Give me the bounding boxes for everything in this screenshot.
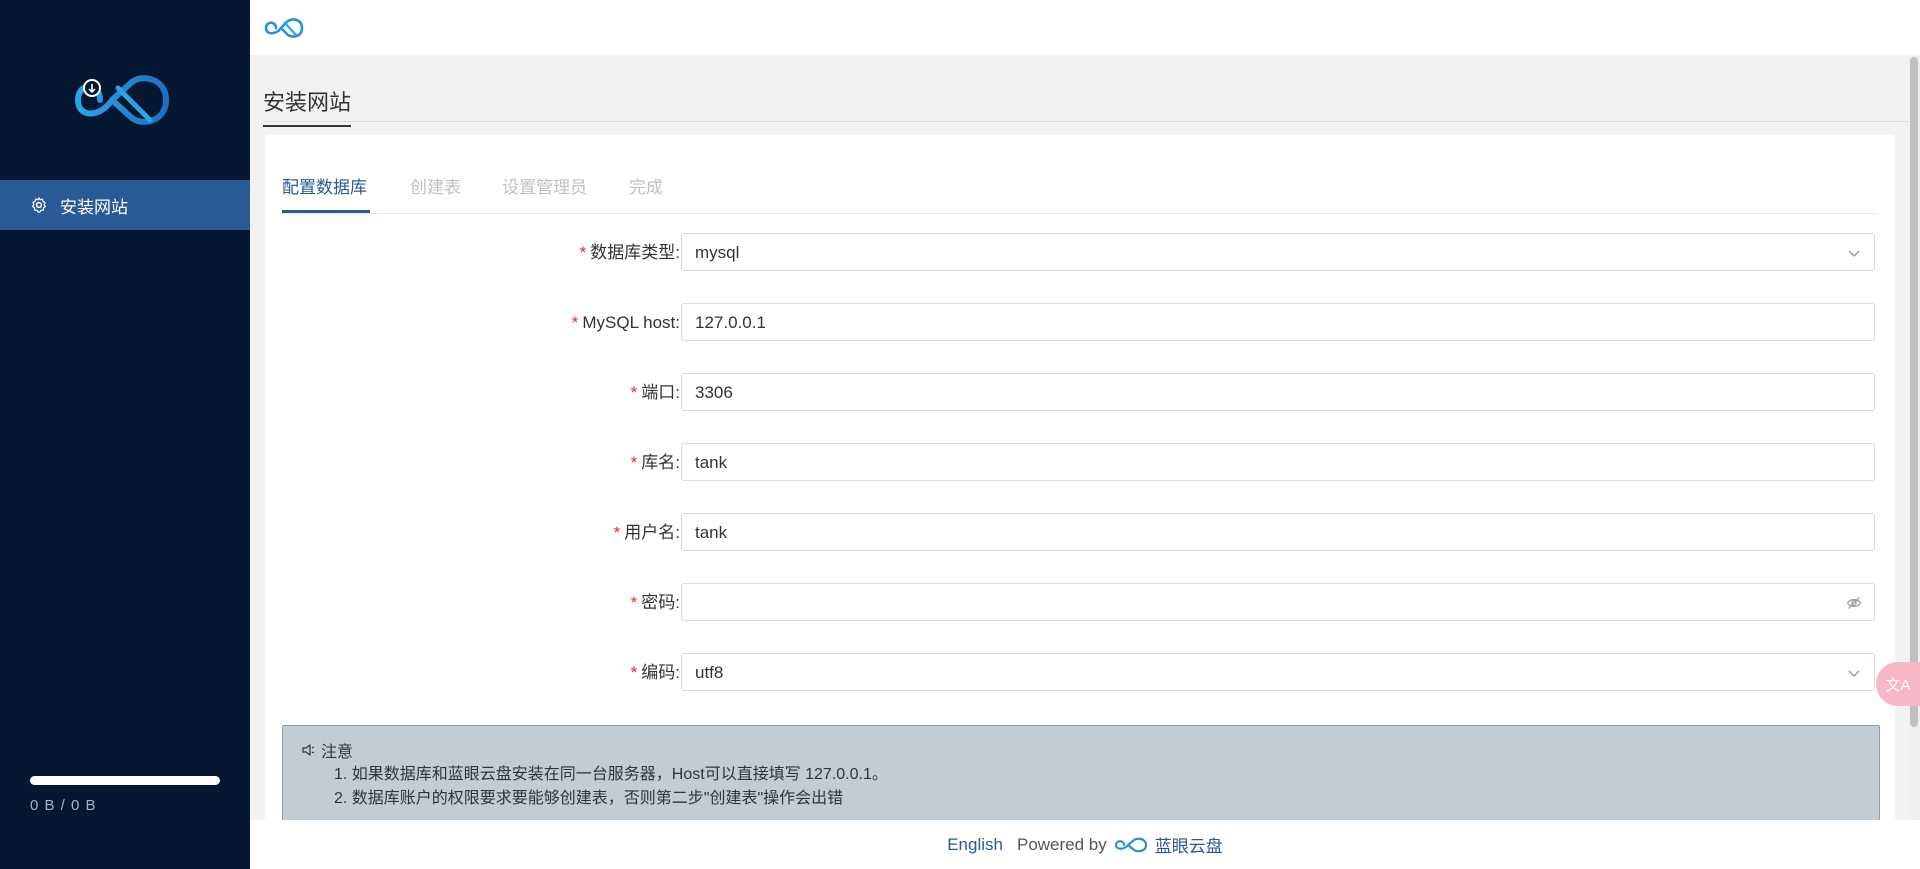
translate-icon: 文A	[1885, 676, 1911, 694]
storage-progress-bar	[30, 776, 220, 785]
sidebar-item-install-site[interactable]: 安装网站	[0, 180, 250, 230]
notice-head: 注意	[301, 738, 353, 762]
tab-configure-database[interactable]: 配置数据库	[282, 173, 367, 198]
install-card: 配置数据库 创建表 设置管理员 完成 * 数据库类型: mysql * MySQL …	[265, 135, 1895, 847]
required-mark: *	[630, 453, 638, 472]
footer: English Powered by 蓝眼云盘	[250, 820, 1920, 869]
brand-link[interactable]: 蓝眼云盘	[1155, 832, 1223, 857]
charset-label: * 编码:	[630, 663, 680, 682]
sidebar: 安装网站 0 B / 0 B	[0, 0, 250, 869]
gear-icon	[30, 196, 48, 214]
port-label: * 端口:	[630, 383, 680, 402]
host-label: * MySQL host:	[571, 313, 680, 332]
tab-set-admin[interactable]: 设置管理员	[502, 173, 587, 198]
schema-label: * 库名:	[630, 453, 680, 472]
chevron-down-icon	[1846, 665, 1862, 681]
form-row-username: * 用户名: tank	[265, 513, 1895, 553]
main-content: 安装网站 配置数据库 创建表 设置管理员 完成 * 数据库类型: mysql * M…	[250, 55, 1920, 847]
required-mark: *	[630, 593, 638, 612]
host-input[interactable]: 127.0.0.1	[681, 303, 1875, 341]
translate-button[interactable]: 文A	[1876, 662, 1920, 706]
storage-text: 0 B / 0 B	[30, 797, 97, 814]
db-type-select[interactable]: mysql	[681, 233, 1875, 271]
infinity-logo[interactable]	[262, 15, 306, 41]
notice-line-1: 1. 如果数据库和蓝眼云盘安装在同一台服务器，Host可以直接填写 127.0.…	[334, 766, 888, 783]
charset-select[interactable]: utf8	[681, 653, 1875, 691]
sound-icon	[301, 742, 317, 758]
username-input[interactable]: tank	[681, 513, 1875, 551]
active-tab-indicator	[282, 210, 370, 213]
title-divider	[263, 121, 1908, 122]
infinity-logo-icon	[1113, 835, 1149, 855]
top-header	[250, 0, 1920, 55]
required-mark: *	[571, 313, 579, 332]
sidebar-item-label: 安装网站	[60, 197, 128, 217]
required-mark: *	[579, 243, 587, 262]
tab-finish[interactable]: 完成	[629, 173, 663, 198]
scrollbar-thumb[interactable]	[1910, 57, 1918, 727]
form-row-port: * 端口: 3306	[265, 373, 1895, 413]
username-label: * 用户名:	[613, 523, 680, 542]
notice-line-2: 2. 数据库账户的权限要求要能够创建表，否则第二步"创建表"操作会出错	[334, 790, 844, 807]
step-tabs: 配置数据库 创建表 设置管理员 完成	[282, 135, 1878, 214]
form-row-db-type: * 数据库类型: mysql	[265, 233, 1895, 273]
eye-invisible-icon[interactable]	[1846, 595, 1862, 611]
powered-by-text: Powered by	[1016, 834, 1107, 854]
required-mark: *	[613, 523, 621, 542]
db-type-label: * 数据库类型:	[579, 243, 680, 262]
notice-title: 注意	[321, 744, 354, 761]
form-row-password: * 密码:	[265, 583, 1895, 623]
required-mark: *	[630, 663, 638, 682]
schema-input[interactable]: tank	[681, 443, 1875, 481]
form-row-charset: * 编码: utf8	[265, 653, 1895, 693]
storage-progress-fill	[30, 776, 220, 785]
tab-create-tables[interactable]: 创建表	[410, 173, 461, 198]
port-input[interactable]: 3306	[681, 373, 1875, 411]
language-switch-link[interactable]: English	[947, 835, 1003, 855]
form-row-host: * MySQL host: 127.0.0.1	[265, 303, 1895, 343]
cloud-infinity-logo[interactable]	[70, 70, 180, 130]
chevron-down-icon	[1846, 245, 1862, 261]
form-row-schema: * 库名: tank	[265, 443, 1895, 483]
password-label: * 密码:	[630, 593, 680, 612]
password-input[interactable]	[681, 583, 1875, 621]
required-mark: *	[630, 383, 638, 402]
